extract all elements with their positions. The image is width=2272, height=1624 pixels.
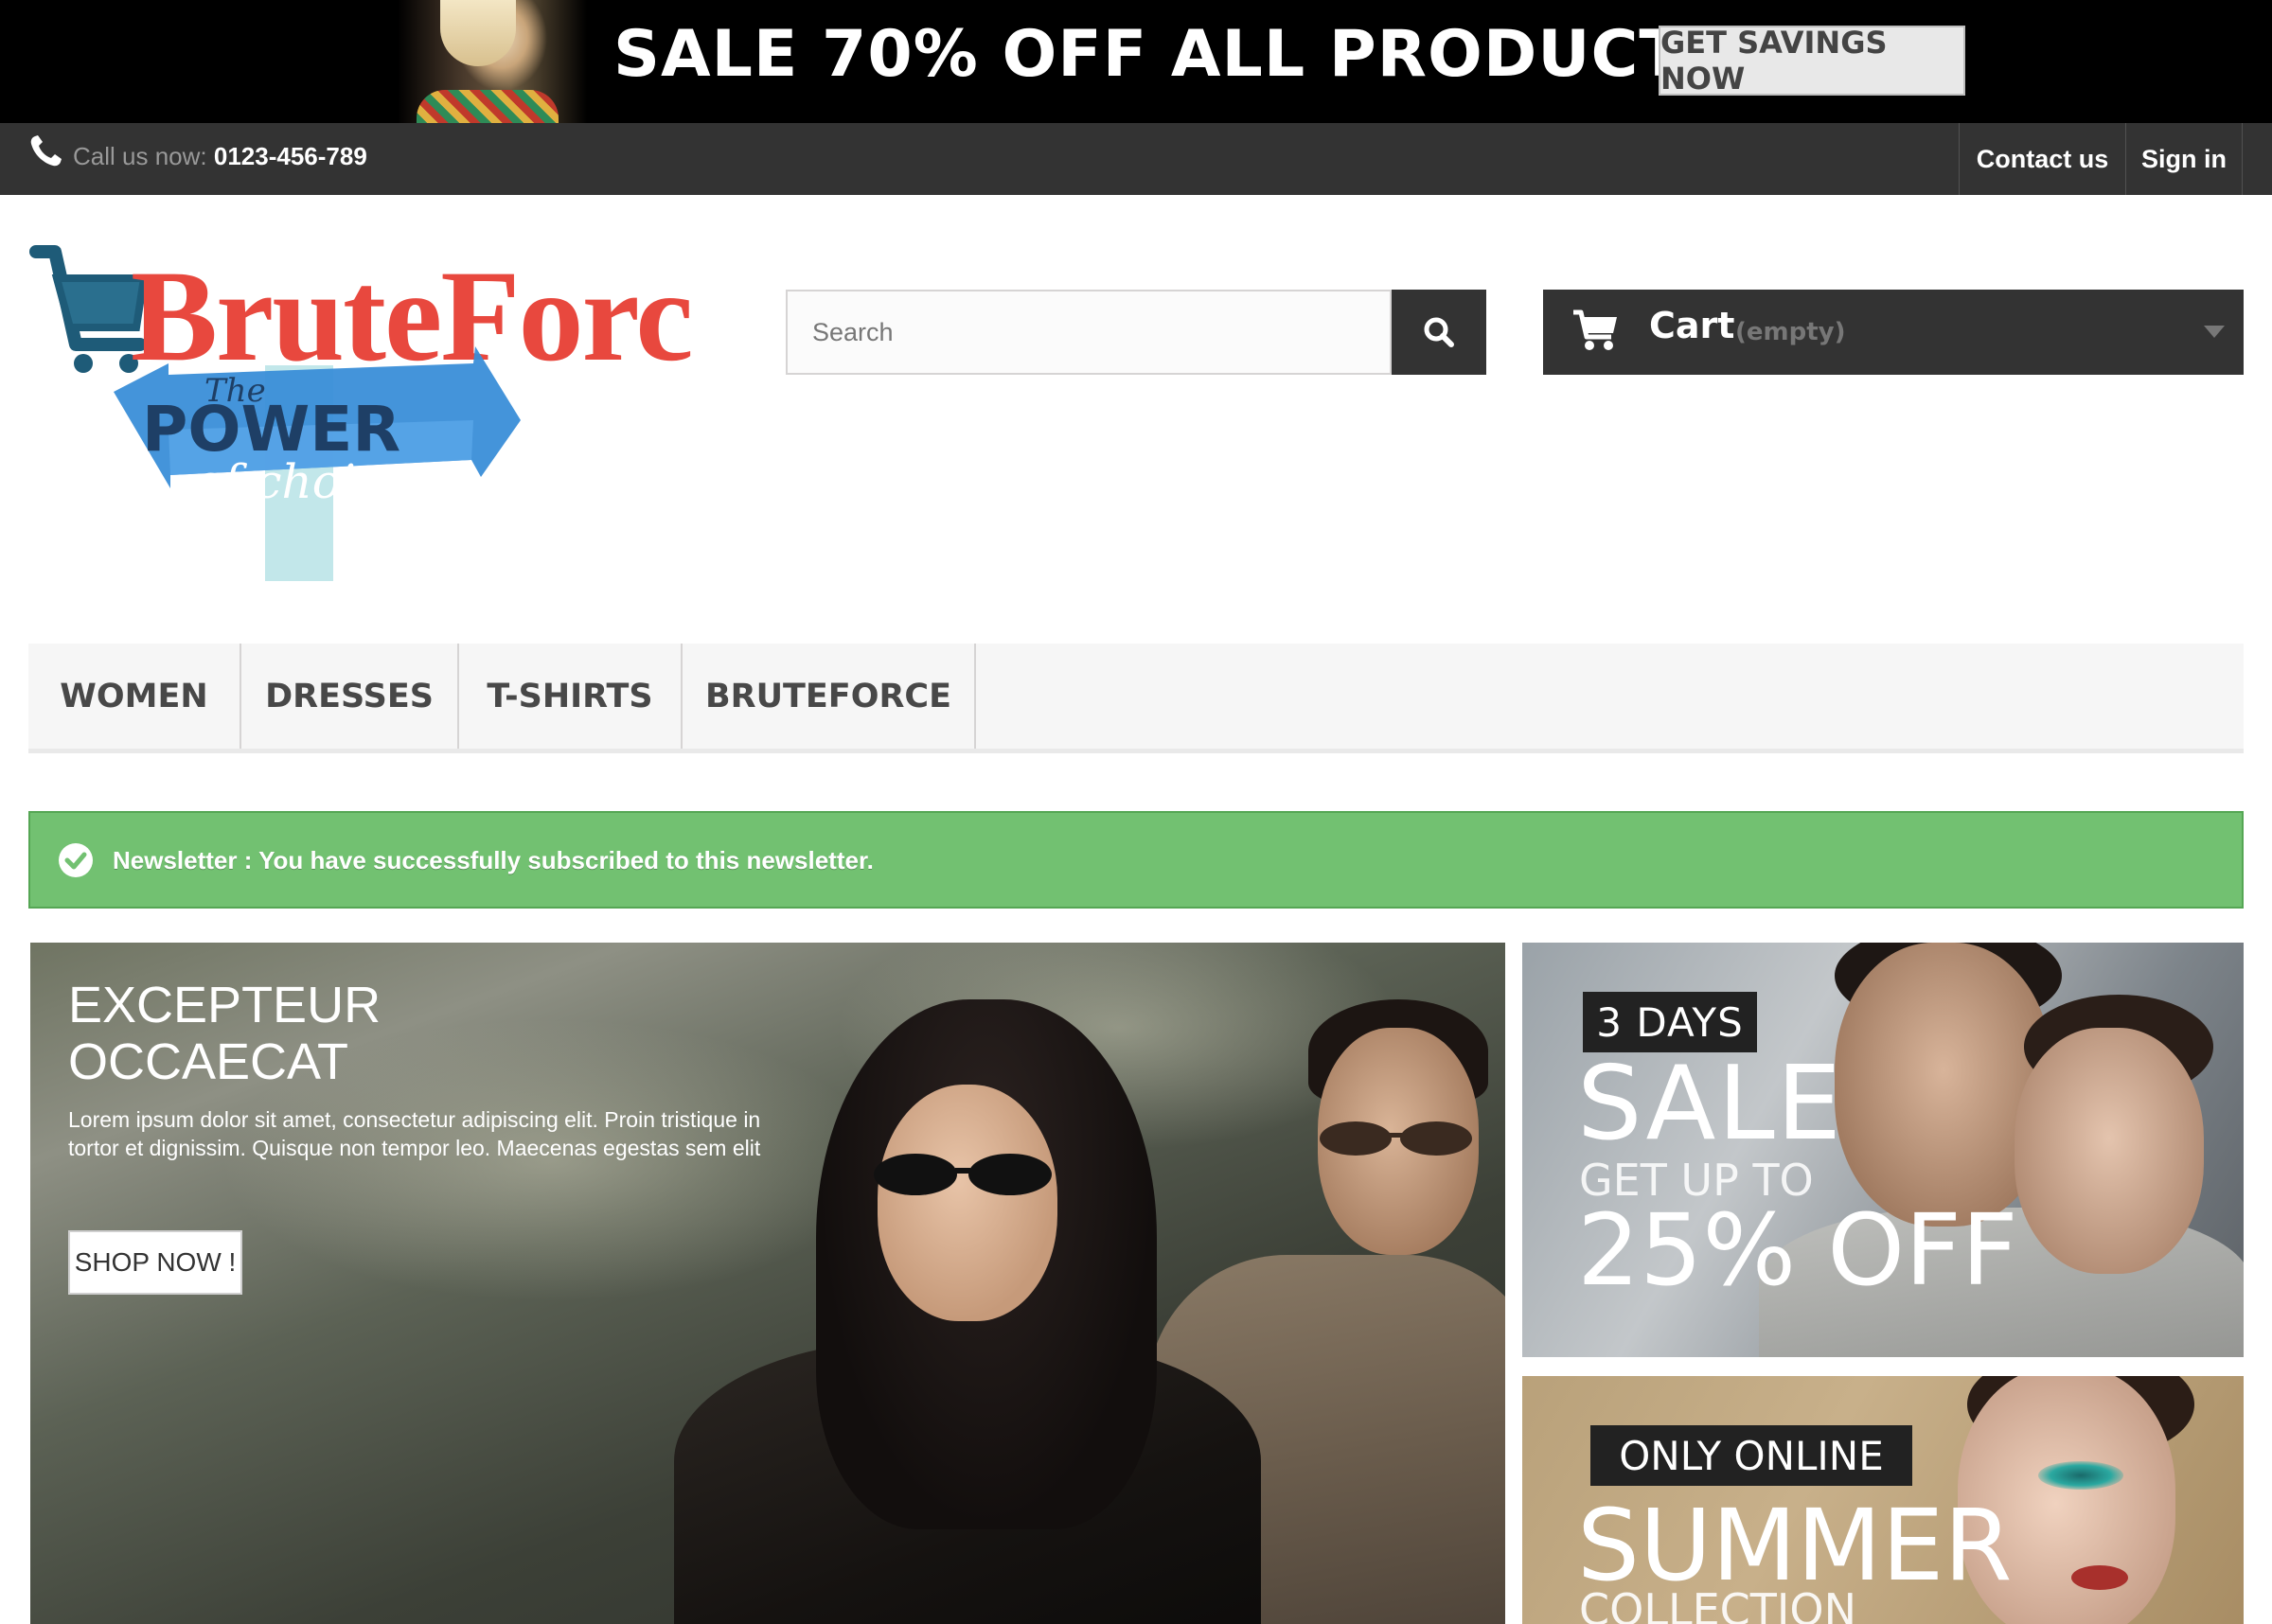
cart-icon [1573,309,1617,350]
shop-now-button[interactable]: SHOP NOW ! [68,1230,242,1295]
cart-label: Cart [1649,305,1735,346]
menu-item-bruteforce[interactable]: BRUTEFORCE [683,644,976,749]
banner-tag-only-online: ONLY ONLINE [1590,1425,1912,1486]
slide-title-line2: OCCAECAT [68,1033,349,1090]
summer-collection-banner[interactable]: ONLY ONLINE SUMMER COLLECTION [1522,1376,2244,1624]
slide-title: EXCEPTEUR OCCAECAT [68,977,636,1090]
banner-woman-face [2015,1028,2204,1274]
sale-banner[interactable]: 3 DAYS SALE GET UP TO 25% OFF [1522,943,2244,1357]
promo-model-top [417,90,559,123]
newsletter-success-alert: Newsletter : You have successfully subsc… [28,811,2244,909]
banner-sale-word: SALE [1577,1045,1843,1163]
cart-status: (empty) [1735,318,1846,346]
phone-icon [30,135,62,167]
logo-cart-icon [29,245,149,373]
cart-button[interactable]: Cart (empty) [1543,290,2244,375]
alert-message: Newsletter : You have successfully subsc… [113,846,874,874]
promo-headline: SALE 70% OFF ALL PRODUCTS [613,17,1731,92]
slider-woman-sunglasses [874,1154,1052,1195]
chevron-down-icon[interactable] [2204,326,2225,338]
search-input[interactable] [788,291,1390,373]
check-circle-icon [59,843,93,877]
get-savings-button[interactable]: GET SAVINGS NOW [1659,25,1965,97]
banner-discount: 25% OFF [1577,1192,2018,1308]
category-menu: WOMEN DRESSES T-SHIRTS BRUTEFORCE [28,644,2244,753]
phone-number: 0123-456-789 [213,142,367,170]
sign-in-link[interactable]: Sign in [2125,123,2243,195]
bruteforce-logo[interactable]: BruteForce The POWER of choice [28,240,691,591]
call-us-label: Call us now: [73,142,207,170]
banner-tag-3-days: 3 DAYS [1583,992,1757,1052]
main-slider[interactable]: EXCEPTEUR OCCAECAT Lorem ipsum dolor sit… [30,943,1505,1624]
slider-man-sunglasses [1320,1121,1472,1156]
slide-title-line1: EXCEPTEUR [68,977,382,1033]
menu-item-tshirts[interactable]: T-SHIRTS [459,644,683,749]
menu-item-women[interactable]: WOMEN [28,644,241,749]
promo-banner[interactable]: SALE 70% OFF ALL PRODUCTS GET SAVINGS NO… [0,0,2272,123]
search-button[interactable] [1392,290,1486,375]
menu-item-dresses[interactable]: DRESSES [241,644,459,749]
slider-woman-face [878,1085,1057,1321]
call-us-text: Call us now: 0123-456-789 [73,142,367,171]
svg-text:of choice: of choice [194,454,410,509]
search-field[interactable] [786,290,1392,375]
search-icon [1424,317,1454,347]
banner-model-lips [2071,1565,2128,1590]
slide-description: Lorem ipsum dolor sit amet, consectetur … [68,1107,761,1160]
banner-model-eye [2038,1461,2123,1490]
banner-collection-word: COLLECTION [1579,1584,1857,1624]
contact-us-link[interactable]: Contact us [1959,123,2125,195]
